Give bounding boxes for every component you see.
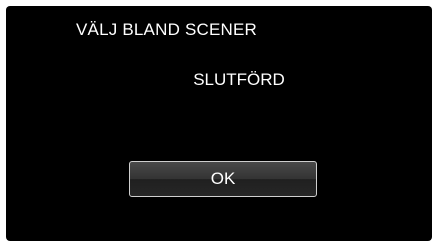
status-message: SLUTFÖRD (193, 70, 285, 89)
dialog-title: VÄLJ BLAND SCENER (76, 20, 258, 39)
camera-dialog-screen: VÄLJ BLAND SCENER SLUTFÖRD OK (6, 6, 432, 241)
ok-button[interactable]: OK (129, 161, 317, 197)
